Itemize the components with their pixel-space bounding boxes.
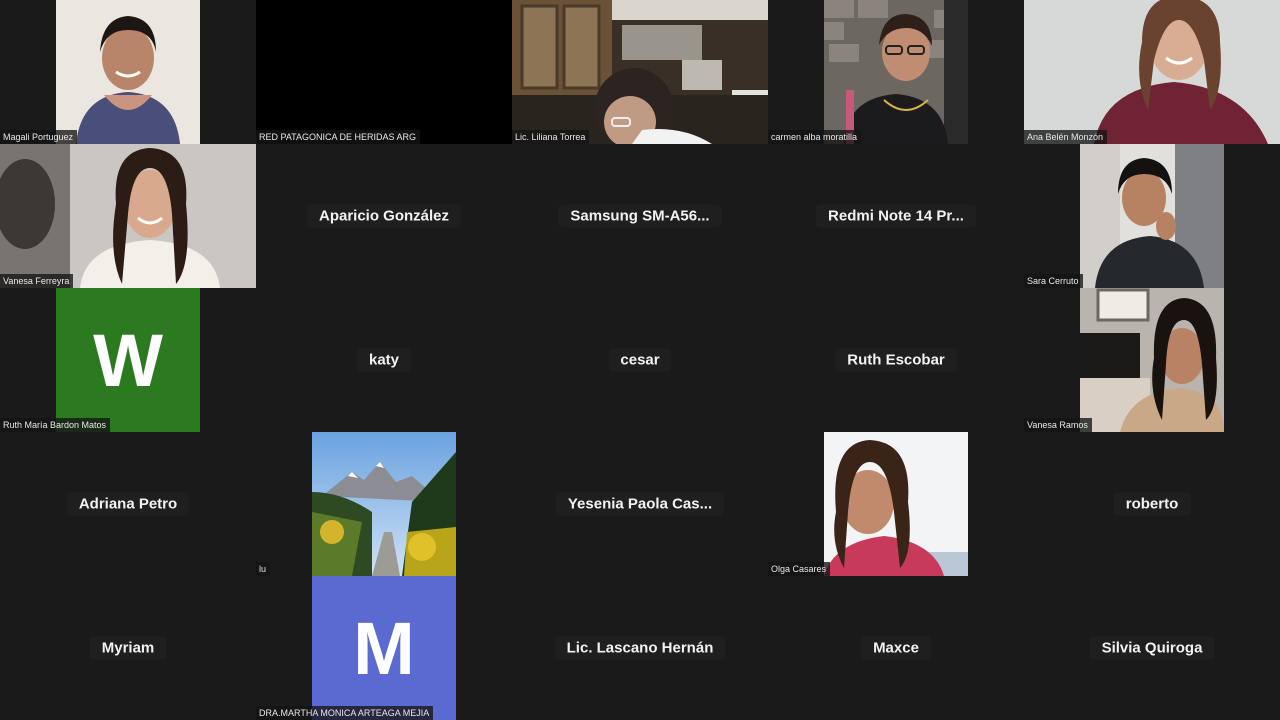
participant-video (1080, 144, 1224, 288)
participant-tile-roberto[interactable]: roberto (1024, 432, 1280, 576)
participant-video (1080, 288, 1224, 432)
participant-name: Silvia Quiroga (1089, 636, 1215, 660)
participant-tile-ruth-escobar[interactable]: Ruth Escobar (768, 288, 1024, 432)
participant-name: Redmi Note 14 Pr... (816, 204, 976, 228)
participant-tile-silvia[interactable]: Silvia Quiroga (1024, 576, 1280, 720)
participant-name: roberto (1113, 492, 1191, 516)
participant-tile-katy[interactable]: katy (256, 288, 512, 432)
participant-name: Lic. Liliana Torrea (512, 130, 590, 144)
participant-tile-yesenia[interactable]: Yesenia Paola Cas... (512, 432, 768, 576)
avatar-initial: W (93, 318, 163, 402)
participant-name: carmen alba moratilla (768, 130, 862, 144)
avatar: W (56, 288, 200, 432)
participant-tile-aparicio[interactable]: Aparicio González (256, 144, 512, 288)
participant-tile-ana[interactable]: Ana Belén Monzón (1024, 0, 1280, 144)
participant-name: RED PATAGONICA DE HERIDAS ARG (256, 130, 421, 144)
participant-name: Myriam (89, 636, 167, 660)
participant-tile-red-patagonica[interactable]: RED PATAGONICA DE HERIDAS ARG (256, 0, 512, 144)
participant-name: Samsung SM-A56... (558, 204, 722, 228)
participant-video (824, 0, 968, 144)
participant-tile-liliana[interactable]: Lic. Liliana Torrea (512, 0, 768, 144)
participant-name: Magali Portuguez (0, 130, 78, 144)
participant-tile-samsung[interactable]: Samsung SM-A56... (512, 144, 768, 288)
participant-tile-vanesa-ferreyra[interactable]: Vanesa Ferreyra (0, 144, 256, 288)
participant-tile-sara[interactable]: Sara Cerruto (1024, 144, 1280, 288)
avatar-initial: M (353, 606, 415, 690)
participant-name: Vanesa Ferreyra (0, 274, 74, 288)
participant-tile-ruth-maria[interactable]: W Ruth María Bardon Matos (0, 288, 256, 432)
participant-name: Ana Belén Monzón (1024, 130, 1108, 144)
participant-name: Aparicio González (306, 204, 462, 228)
participant-tile-lascano[interactable]: Lic. Lascano Hernán (512, 576, 768, 720)
participant-video (1024, 0, 1280, 144)
participant-grid: Magali Portuguez RED PATAGONICA DE HERID… (0, 0, 1280, 720)
participant-tile-martha[interactable]: M DRA.MARTHA MONICA ARTEAGA MEJIA (256, 576, 512, 720)
participant-name: Adriana Petro (66, 492, 190, 516)
participant-tile-myriam[interactable]: Myriam (0, 576, 256, 720)
participant-tile-cesar[interactable]: cesar (512, 288, 768, 432)
participant-name: Sara Cerruto (1024, 274, 1083, 288)
participant-video (512, 0, 768, 144)
participant-name: Vanesa Ramos (1024, 418, 1092, 432)
participant-tile-carmen[interactable]: carmen alba moratilla (768, 0, 1024, 144)
participant-name: Maxce (861, 636, 931, 660)
participant-name: lu (256, 562, 271, 576)
participant-name: Olga Casares (768, 562, 831, 576)
participant-name: Lic. Lascano Hernán (554, 636, 726, 660)
participant-name: Ruth María Bardon Matos (0, 418, 111, 432)
profile-image (312, 432, 456, 576)
participant-name: cesar (608, 348, 672, 372)
participant-name: DRA.MARTHA MONICA ARTEAGA MEJIA (256, 706, 434, 720)
participant-tile-redmi[interactable]: Redmi Note 14 Pr... (768, 144, 1024, 288)
participant-name: Ruth Escobar (835, 348, 957, 372)
participant-video (56, 0, 200, 144)
participant-name: Yesenia Paola Cas... (555, 492, 725, 516)
participant-tile-vanesa-ramos[interactable]: Vanesa Ramos (1024, 288, 1280, 432)
profile-image (824, 432, 968, 576)
avatar: M (312, 576, 456, 720)
participant-tile-maxce[interactable]: Maxce (768, 576, 1024, 720)
participant-tile-olga[interactable]: Olga Casares (768, 432, 1024, 576)
participant-tile-lu[interactable]: lu (256, 432, 512, 576)
participant-video (0, 144, 256, 288)
participant-tile-magali[interactable]: Magali Portuguez (0, 0, 256, 144)
participant-name: katy (356, 348, 412, 372)
participant-tile-adriana[interactable]: Adriana Petro (0, 432, 256, 576)
